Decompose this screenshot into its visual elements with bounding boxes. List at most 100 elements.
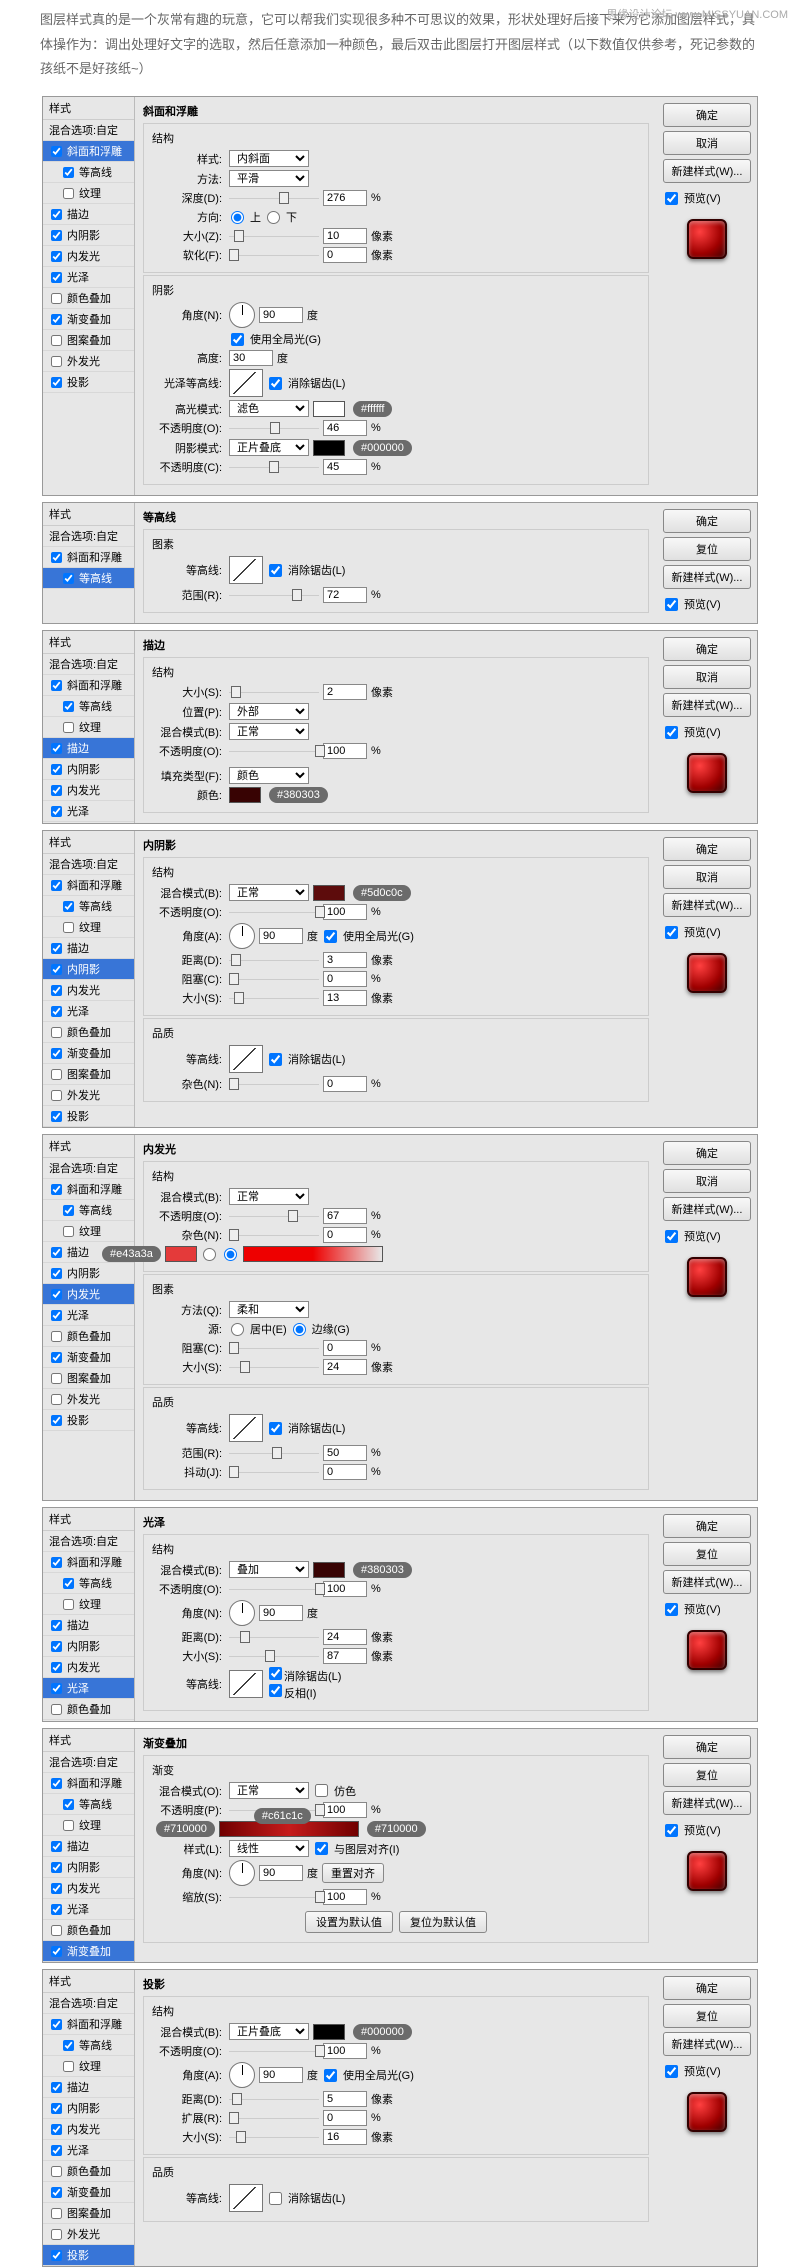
dist-input[interactable] [323, 952, 367, 968]
chk-texture[interactable] [63, 188, 74, 199]
item-outerglow[interactable]: 外发光 [43, 351, 134, 372]
soften-slider[interactable] [229, 249, 319, 261]
opacity-slider[interactable] [229, 745, 319, 757]
ok-button[interactable]: 确定 [663, 1141, 751, 1165]
angle-dial[interactable] [229, 923, 255, 949]
item-gradoverlay[interactable]: 渐变叠加 [43, 1941, 134, 1962]
blend-select[interactable]: 正常 [229, 1188, 309, 1205]
soften-input[interactable] [323, 247, 367, 263]
color-swatch[interactable] [229, 787, 261, 803]
color-swatch[interactable] [313, 2024, 345, 2040]
style-select[interactable]: 线性 [229, 1840, 309, 1857]
chk-outerglow[interactable] [51, 356, 62, 367]
chk-innershadow[interactable] [51, 230, 62, 241]
item-innershadow[interactable]: 内阴影 [43, 959, 134, 980]
chk-stroke[interactable] [51, 209, 62, 220]
item-texture[interactable]: 纹理 [43, 183, 134, 204]
opacity-input[interactable] [323, 1208, 367, 1224]
dir-up-radio[interactable] [231, 211, 244, 224]
ok-button[interactable]: 确定 [663, 509, 751, 533]
opacity-input[interactable] [323, 2043, 367, 2059]
shadow-select[interactable]: 正片叠底 [229, 439, 309, 456]
range-slider[interactable] [229, 589, 319, 601]
noise-input[interactable] [323, 1227, 367, 1243]
hopacity-input[interactable] [323, 420, 367, 436]
blend-select[interactable]: 叠加 [229, 1561, 309, 1578]
size-input[interactable] [323, 990, 367, 1006]
contour-picker[interactable] [229, 556, 263, 584]
choke-input[interactable] [323, 971, 367, 987]
angle-dial[interactable] [229, 1860, 255, 1886]
hilite-select[interactable]: 滤色 [229, 400, 309, 417]
angle-input[interactable] [259, 1605, 303, 1621]
chk-gradoverlay[interactable] [51, 314, 62, 325]
cancel-button[interactable]: 取消 [663, 865, 751, 889]
chk-contour[interactable] [63, 167, 74, 178]
dist-input[interactable] [323, 1629, 367, 1645]
chk-bevel[interactable] [51, 146, 62, 157]
depth-input[interactable] [323, 190, 367, 206]
contour-picker[interactable] [229, 1414, 263, 1442]
blend-select[interactable]: 正常 [229, 723, 309, 740]
cancel-button[interactable]: 取消 [663, 1169, 751, 1193]
hopacity-slider[interactable] [229, 422, 319, 434]
newstyle-button[interactable]: 新建样式(W)... [663, 893, 751, 917]
aa-chk[interactable] [269, 564, 282, 577]
method-select[interactable]: 平滑 [229, 170, 309, 187]
global-chk[interactable] [324, 2069, 337, 2082]
fill-select[interactable]: 颜色 [229, 767, 309, 784]
size-input[interactable] [323, 1648, 367, 1664]
item-stroke[interactable]: 描边 [43, 204, 134, 225]
grad-radio[interactable] [224, 1248, 237, 1261]
ok-button[interactable]: 确定 [663, 1735, 751, 1759]
color-swatch[interactable] [313, 1562, 345, 1578]
opacity-input[interactable] [323, 1581, 367, 1597]
item-stroke[interactable]: 描边 [43, 738, 134, 759]
depth-slider[interactable] [229, 192, 319, 204]
choke-input[interactable] [323, 1340, 367, 1356]
gloss-contour[interactable] [229, 369, 263, 397]
noise-input[interactable] [323, 1076, 367, 1092]
setdefault-button[interactable]: 设置为默认值 [305, 1911, 393, 1933]
cancel-button[interactable]: 取消 [663, 131, 751, 155]
style-select[interactable]: 内斜面 [229, 150, 309, 167]
ok-button[interactable]: 确定 [663, 637, 751, 661]
ok-button[interactable]: 确定 [663, 1514, 751, 1538]
newstyle-button[interactable]: 新建样式(W)... [663, 2032, 751, 2056]
contour-picker[interactable] [229, 2184, 263, 2212]
sopacity-slider[interactable] [229, 461, 319, 473]
item-coloroverlay[interactable]: 颜色叠加 [43, 288, 134, 309]
contour-picker[interactable] [229, 1670, 263, 1698]
edge-radio[interactable] [293, 1323, 306, 1336]
align-chk[interactable] [315, 1842, 328, 1855]
reset-align-button[interactable]: 重置对齐 [322, 1863, 384, 1883]
pos-select[interactable]: 外部 [229, 703, 309, 720]
cancel-button[interactable]: 取消 [663, 665, 751, 689]
opacity-input[interactable] [323, 1802, 367, 1818]
range-input[interactable] [323, 587, 367, 603]
item-contour[interactable]: 等高线 [43, 568, 134, 589]
global-chk[interactable] [324, 930, 337, 943]
reset-button[interactable]: 复位 [663, 2004, 751, 2028]
dir-down-radio[interactable] [267, 211, 280, 224]
newstyle-button[interactable]: 新建样式(W)... [663, 159, 751, 183]
item-innershadow[interactable]: 内阴影 [43, 225, 134, 246]
angle-input[interactable] [259, 928, 303, 944]
size-input[interactable] [323, 2129, 367, 2145]
reset-button[interactable]: 复位 [663, 537, 751, 561]
global-light-chk[interactable] [231, 333, 244, 346]
ok-button[interactable]: 确定 [663, 837, 751, 861]
ok-button[interactable]: 确定 [663, 103, 751, 127]
size-input[interactable] [323, 1359, 367, 1375]
angle-dial[interactable] [229, 1600, 255, 1626]
size-input[interactable] [323, 228, 367, 244]
chk-innerglow[interactable] [51, 251, 62, 262]
item-contour[interactable]: 等高线 [43, 162, 134, 183]
opacity-input[interactable] [323, 904, 367, 920]
angle-input[interactable] [259, 307, 303, 323]
resetdefault-button[interactable]: 复位为默认值 [399, 1911, 487, 1933]
ok-button[interactable]: 确定 [663, 1976, 751, 2000]
angle-input[interactable] [259, 1865, 303, 1881]
size-slider[interactable] [229, 686, 319, 698]
gloss-aa-chk[interactable] [269, 377, 282, 390]
